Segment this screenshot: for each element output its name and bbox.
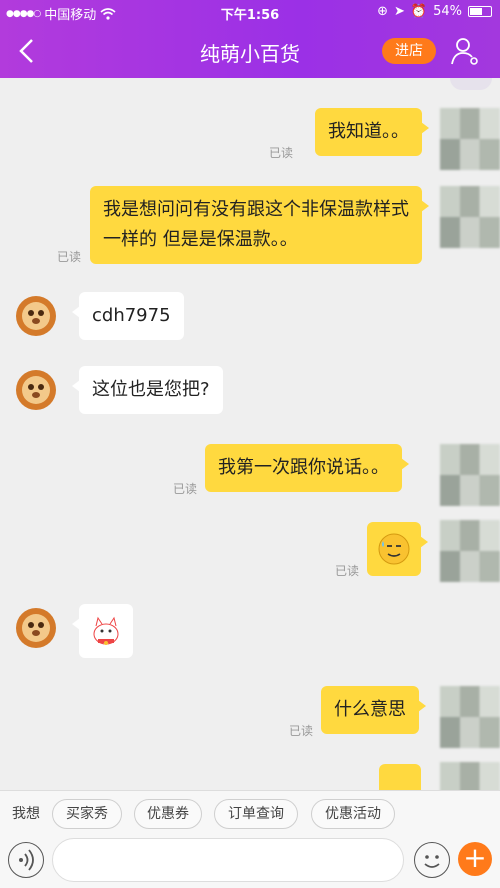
nav-bar: 纯萌小百货 进店 <box>0 28 500 74</box>
emoji-button[interactable] <box>414 842 450 878</box>
message-bubble[interactable]: 这位也是您把? <box>72 366 223 414</box>
quick-reply-bar: 我想 买家秀 优惠券 订单查询 优惠活动 <box>0 790 500 834</box>
message-text: 什么意思 <box>334 699 406 720</box>
message-bubble[interactable]: 我是想问问有没有跟这个非保温款样式一样的 但是是保温款。。 <box>90 186 429 264</box>
message-text: 我第一次跟你说话。。 <box>218 457 389 478</box>
quick-label: 我想 <box>12 806 40 822</box>
sweat-smile-emoji-icon <box>378 533 410 565</box>
shop-avatar-lion-icon[interactable] <box>14 368 58 412</box>
message-bubble[interactable]: cdh7975 <box>72 292 184 340</box>
my-avatar[interactable] <box>440 686 500 748</box>
message-bubble[interactable]: 我第一次跟你说话。。 <box>205 444 409 492</box>
my-avatar[interactable] <box>440 186 500 248</box>
alarm-icon: ⏰ <box>410 4 428 19</box>
message-bubble-partial[interactable] <box>379 764 421 790</box>
enter-store-button[interactable]: 进店 <box>382 38 436 64</box>
my-avatar[interactable] <box>440 520 500 582</box>
read-receipt: 已读 <box>173 482 198 496</box>
my-avatar[interactable] <box>440 108 500 170</box>
smiley-icon <box>424 855 440 868</box>
read-receipt: 已读 <box>269 146 294 160</box>
my-avatar[interactable] <box>440 762 500 790</box>
message-input[interactable] <box>52 838 404 882</box>
app-header: ●●●●○ 中国移动 下午1:56 ⊕ ➤ ⏰ 54% 纯萌小百货 进店 <box>0 0 500 78</box>
input-bar: + <box>0 834 500 888</box>
chat-area[interactable]: 我知道。。 已读 我是想问问有没有跟这个非保温款样式一样的 但是是保温款。。 已… <box>0 78 500 790</box>
my-avatar[interactable] <box>440 444 500 506</box>
message-bubble[interactable] <box>72 604 133 658</box>
battery-percent: 54% <box>433 4 462 19</box>
shop-avatar-lion-icon[interactable] <box>14 606 58 650</box>
read-receipt: 已读 <box>289 724 314 738</box>
user-settings-icon[interactable] <box>450 36 480 66</box>
message-bubble[interactable]: 我知道。。 <box>315 108 429 156</box>
voice-toggle-button[interactable] <box>8 842 44 878</box>
read-receipt: 已读 <box>57 250 82 264</box>
message-text: 我知道。。 <box>328 121 409 142</box>
message-text: cdh7975 <box>92 305 171 326</box>
battery-icon <box>468 6 492 17</box>
lucky-cat-icon <box>93 616 119 645</box>
location-icon: ➤ <box>394 4 405 19</box>
message-text: 这位也是您把? <box>92 379 210 400</box>
message-bubble[interactable] <box>367 522 428 576</box>
status-bar: ●●●●○ 中国移动 下午1:56 ⊕ ➤ ⏰ 54% <box>0 4 500 23</box>
more-actions-button[interactable]: + <box>458 842 492 876</box>
message-bubble[interactable]: 什么意思 <box>321 686 426 734</box>
chip-order-query[interactable]: 订单查询 <box>214 799 298 829</box>
shop-avatar-lion-icon[interactable] <box>14 294 58 338</box>
voice-icon <box>19 849 34 871</box>
message-text: 我是想问问有没有跟这个非保温款样式一样的 但是是保温款。。 <box>103 199 409 250</box>
lock-rotation-icon: ⊕ <box>377 4 388 19</box>
chip-promotions[interactable]: 优惠活动 <box>311 799 395 829</box>
avatar-partial <box>450 78 492 90</box>
plus-icon: + <box>463 841 487 874</box>
chip-buyer-show[interactable]: 买家秀 <box>52 799 122 829</box>
chip-coupons[interactable]: 优惠券 <box>134 799 202 829</box>
read-receipt: 已读 <box>335 564 360 578</box>
